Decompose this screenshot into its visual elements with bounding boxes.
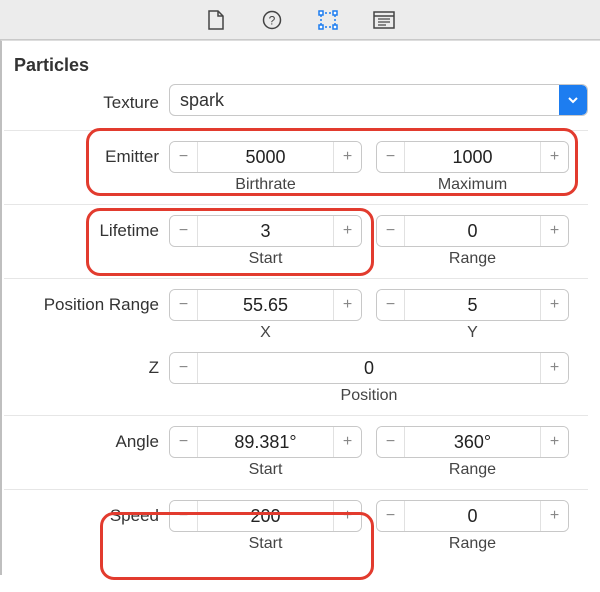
- minus-icon[interactable]: −: [170, 290, 198, 320]
- chevron-down-icon: [559, 85, 587, 115]
- plus-icon[interactable]: +: [333, 501, 361, 531]
- svg-text:?: ?: [269, 13, 276, 27]
- minus-icon[interactable]: −: [170, 501, 198, 531]
- plus-icon[interactable]: +: [333, 290, 361, 320]
- plus-icon[interactable]: +: [540, 290, 568, 320]
- section-title: Particles: [4, 51, 588, 84]
- plus-icon[interactable]: +: [540, 142, 568, 172]
- z-position-stepper[interactable]: − 0 +: [169, 352, 569, 384]
- divider: [4, 204, 588, 205]
- minus-icon[interactable]: −: [170, 216, 198, 246]
- position-range-x-stepper[interactable]: − 55.65 +: [169, 289, 362, 321]
- lifetime-start-stepper[interactable]: − 3 +: [169, 215, 362, 247]
- z-label: Z: [4, 352, 169, 378]
- divider: [4, 489, 588, 490]
- plus-icon[interactable]: +: [540, 501, 568, 531]
- minus-icon[interactable]: −: [377, 501, 405, 531]
- emitter-label: Emitter: [4, 141, 169, 167]
- divider: [4, 415, 588, 416]
- layout-icon[interactable]: [373, 9, 395, 31]
- minus-icon[interactable]: −: [377, 216, 405, 246]
- file-icon[interactable]: [205, 9, 227, 31]
- plus-icon[interactable]: +: [333, 216, 361, 246]
- help-icon[interactable]: ?: [261, 9, 283, 31]
- speed-range-stepper[interactable]: − 0 +: [376, 500, 569, 532]
- plus-icon[interactable]: +: [333, 427, 361, 457]
- texture-label: Texture: [4, 87, 169, 113]
- emitter-birthrate-stepper[interactable]: − 5000 +: [169, 141, 362, 173]
- minus-icon[interactable]: −: [170, 353, 198, 383]
- minus-icon[interactable]: −: [170, 427, 198, 457]
- position-range-label: Position Range: [4, 289, 169, 315]
- bounding-box-icon[interactable]: [317, 9, 339, 31]
- speed-label: Speed: [4, 500, 169, 526]
- divider: [4, 278, 588, 279]
- plus-icon[interactable]: +: [540, 216, 568, 246]
- angle-range-stepper[interactable]: − 360° +: [376, 426, 569, 458]
- emitter-maximum-stepper[interactable]: − 1000 +: [376, 141, 569, 173]
- minus-icon[interactable]: −: [377, 290, 405, 320]
- speed-start-stepper[interactable]: − 200 +: [169, 500, 362, 532]
- position-range-y-stepper[interactable]: − 5 +: [376, 289, 569, 321]
- plus-icon[interactable]: +: [540, 427, 568, 457]
- minus-icon[interactable]: −: [377, 142, 405, 172]
- divider: [4, 130, 588, 131]
- texture-dropdown[interactable]: spark: [169, 84, 588, 116]
- inspector-tab-bar: ?: [0, 0, 600, 40]
- plus-icon[interactable]: +: [540, 353, 568, 383]
- plus-icon[interactable]: +: [333, 142, 361, 172]
- texture-value: spark: [170, 90, 559, 111]
- lifetime-label: Lifetime: [4, 215, 169, 241]
- particles-inspector-panel: Particles Texture spark Emitter − 5000 +…: [0, 40, 600, 575]
- minus-icon[interactable]: −: [170, 142, 198, 172]
- lifetime-range-stepper[interactable]: − 0 +: [376, 215, 569, 247]
- minus-icon[interactable]: −: [377, 427, 405, 457]
- angle-label: Angle: [4, 426, 169, 452]
- angle-start-stepper[interactable]: − 89.381° +: [169, 426, 362, 458]
